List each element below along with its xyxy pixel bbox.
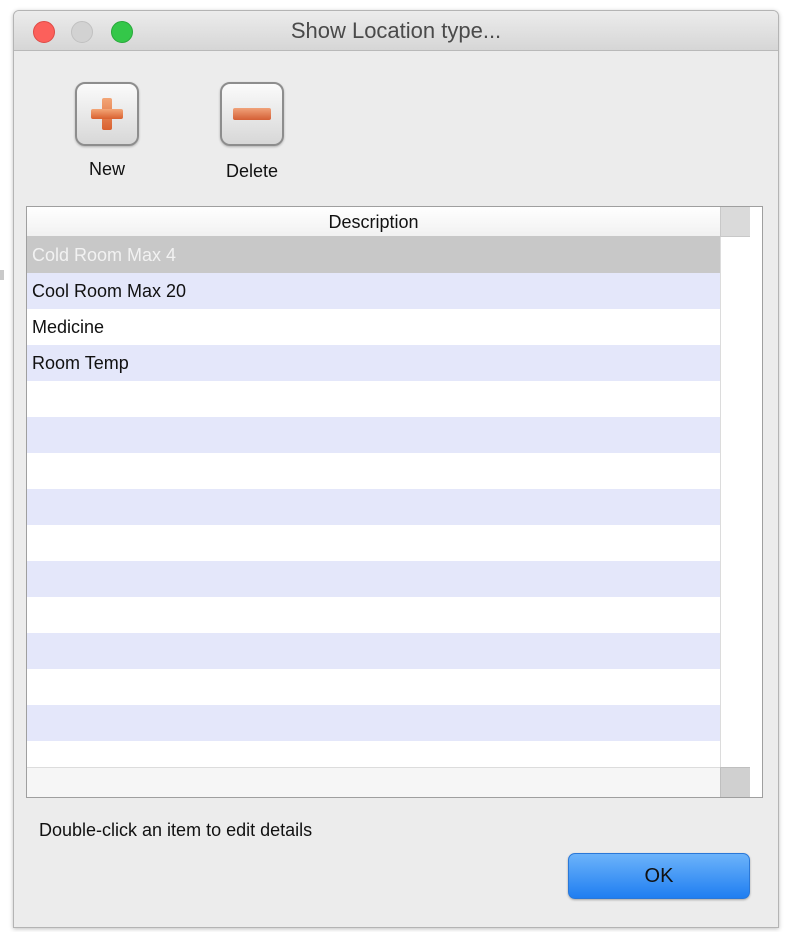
empty-row[interactable]	[27, 633, 720, 669]
column-header-description[interactable]: Description	[27, 207, 720, 237]
new-button-label[interactable]: New	[69, 159, 145, 180]
delete-button[interactable]	[220, 82, 284, 146]
table-row[interactable]: Cool Room Max 20	[27, 273, 720, 309]
window-title: Show Location type...	[290, 18, 502, 43]
horizontal-scrollbar[interactable]	[27, 767, 720, 797]
location-type-table[interactable]: Description Cold Room Max 4 Cool Room Ma…	[26, 206, 763, 798]
title-bar[interactable]: Show Location type...	[14, 11, 778, 51]
empty-row[interactable]	[27, 525, 720, 561]
table-row[interactable]: Medicine	[27, 309, 720, 345]
empty-row[interactable]	[27, 669, 720, 705]
delete-button-label[interactable]: Delete	[211, 161, 293, 182]
empty-row[interactable]	[27, 705, 720, 741]
table-row[interactable]: Cold Room Max 4	[27, 237, 720, 273]
empty-row[interactable]	[27, 561, 720, 597]
empty-row[interactable]	[27, 381, 720, 417]
table-row[interactable]: Room Temp	[27, 345, 720, 381]
scroll-corner	[720, 767, 750, 797]
table-rows: Cold Room Max 4 Cool Room Max 20 Medicin…	[27, 237, 720, 777]
new-button[interactable]	[75, 82, 139, 146]
empty-row[interactable]	[27, 453, 720, 489]
minus-icon	[233, 108, 271, 120]
vertical-scrollbar[interactable]	[720, 237, 750, 767]
empty-row[interactable]	[27, 597, 720, 633]
header-corner	[720, 207, 750, 237]
hint-text: Double-click an item to edit details	[39, 820, 313, 840]
ok-button[interactable]: OK	[568, 853, 750, 899]
empty-row[interactable]	[27, 417, 720, 453]
dialog-window: Show Location type... New Delete Descrip…	[13, 10, 779, 928]
empty-row[interactable]	[27, 489, 720, 525]
background-edge-line	[0, 270, 4, 280]
